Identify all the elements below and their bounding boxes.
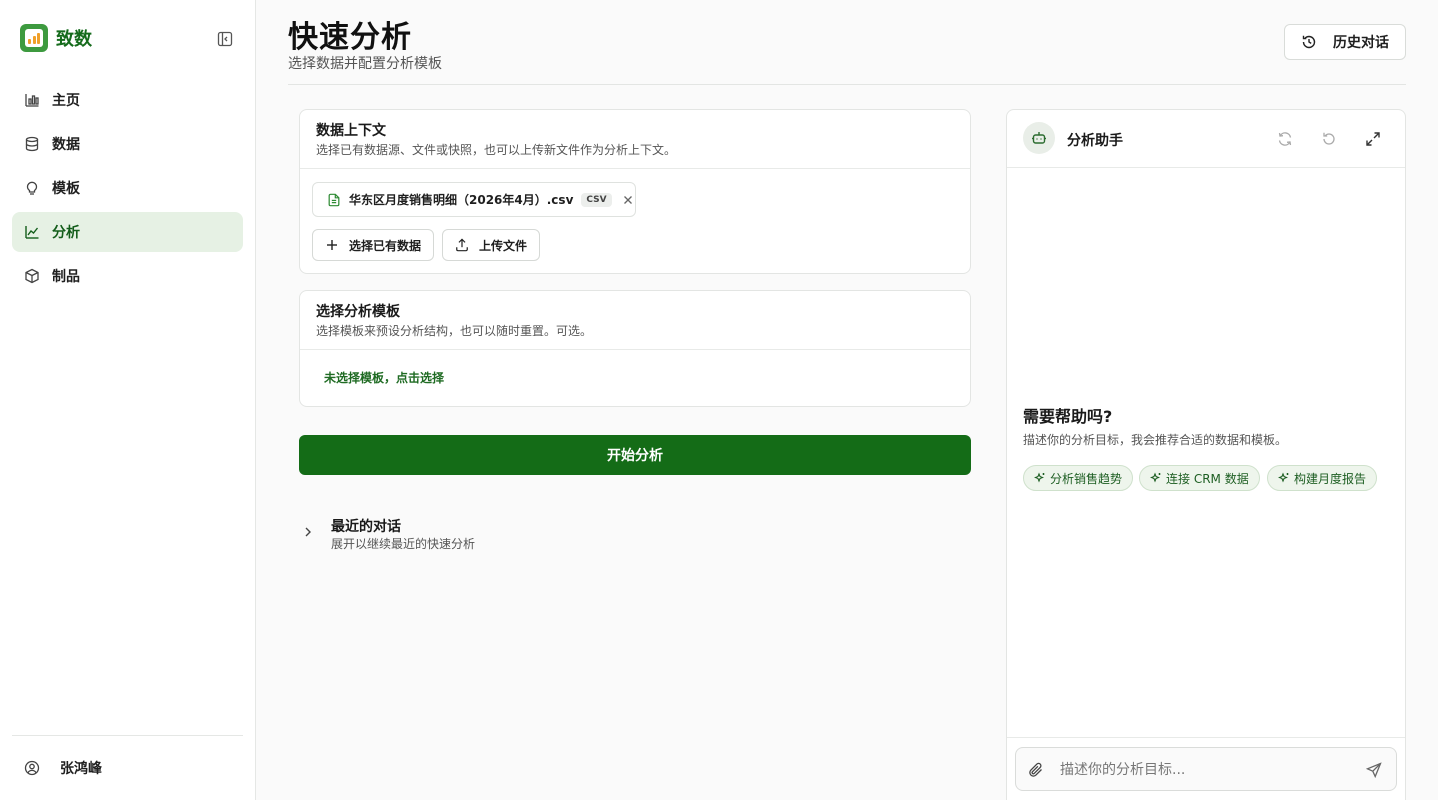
history-icon [1302,35,1316,49]
help-title: 需要帮助吗? [1023,407,1113,426]
page-title: 快速分析 [288,20,412,55]
upload-icon [456,238,468,252]
send-icon[interactable] [1366,762,1382,778]
button-label: 选择已有数据 [349,238,422,253]
history-button-label: 历史对话 [1333,35,1389,51]
user-name: 张鸿峰 [60,761,102,777]
undo-button[interactable] [1320,130,1338,148]
help-description: 描述你的分析目标，我会推荐合适的数据和模板。 [1023,433,1288,447]
sidebar-item-templates[interactable]: 模板 [12,168,243,208]
sidebar-divider [12,735,243,736]
refresh-button[interactable] [1276,130,1294,148]
brand-name: 致数 [56,29,92,50]
sidebar-item-label: 分析 [52,225,80,241]
sidebar-nav: 主页 数据 模板 分析 制品 [12,80,243,300]
brand-logo-icon [20,24,48,52]
sparkles-icon [1150,472,1161,483]
suggestion-label: 连接 CRM 数据 [1166,471,1249,486]
card-title: 选择分析模板 [316,304,400,320]
sidebar-item-label: 模板 [52,181,80,197]
data-context-card: 数据上下文 选择已有数据源、文件或快照，也可以上传新文件作为分析上下文。 华东区… [299,109,971,274]
card-header: 数据上下文 选择已有数据源、文件或快照，也可以上传新文件作为分析上下文。 [300,110,970,169]
sidebar-item-label: 数据 [52,137,80,153]
suggestion-chip[interactable]: 分析销售趋势 [1023,465,1134,491]
assistant-input-box [1015,747,1397,791]
assistant-panel: 分析助手 需要帮助吗? 描述你的分析目标，我会推荐合适的数据和模板。 分析销售趋… [1006,109,1406,800]
close-icon [623,195,632,204]
bar-chart-icon [24,92,40,108]
chevron-right-icon [305,527,311,537]
box-icon [24,268,40,284]
card-title: 数据上下文 [316,123,386,139]
plus-icon [327,240,337,250]
recent-conversations-toggle[interactable]: 最近的对话 展开以继续最近的快速分析 [299,516,971,556]
sparkles-icon [1034,472,1045,483]
expand-button[interactable] [1364,130,1382,148]
select-existing-data-button[interactable]: 选择已有数据 [312,229,434,261]
button-label: 上传文件 [479,238,528,253]
recent-description: 展开以继续最近的快速分析 [331,537,476,551]
history-button[interactable]: 历史对话 [1284,24,1406,60]
sidebar-item-analysis[interactable]: 分析 [12,212,243,252]
card-description: 选择已有数据源、文件或快照，也可以上传新文件作为分析上下文。 [316,143,677,157]
database-icon [24,136,40,152]
bot-icon [1023,122,1055,154]
user-circle-icon [24,760,40,776]
file-type-badge: CSV [581,192,612,207]
recent-title: 最近的对话 [331,519,401,535]
suggestion-label: 分析销售趋势 [1050,471,1123,486]
sidebar: 致数 主页 数据 模板 分析 制品 张鸿峰 [0,0,256,800]
select-template-link[interactable]: 未选择模板，点击选择 [324,369,444,386]
remove-file-button[interactable] [622,194,634,206]
file-icon [328,193,340,206]
undo-icon [1323,132,1335,145]
header-divider [288,84,1406,85]
refresh-icon [1278,132,1292,146]
input-divider [1007,737,1405,738]
assistant-header: 分析助手 [1007,110,1405,168]
suggestion-chip[interactable]: 连接 CRM 数据 [1139,465,1260,491]
assistant-title: 分析助手 [1067,133,1123,149]
sidebar-item-home[interactable]: 主页 [12,80,243,120]
user-profile[interactable]: 张鸿峰 [24,756,102,780]
assistant-message-input[interactable] [1060,758,1350,782]
collapse-sidebar-button[interactable] [214,28,236,50]
file-name: 华东区月度销售明细（2026年4月）.csv [349,193,574,207]
paperclip-icon[interactable] [1028,762,1044,778]
file-chip[interactable]: 华东区月度销售明细（2026年4月）.csv CSV [312,182,636,217]
card-description: 选择模板来预设分析结构，也可以随时重置。可选。 [316,324,593,338]
start-analysis-button[interactable]: 开始分析 [299,435,971,475]
line-chart-icon [24,224,40,240]
page-subtitle: 选择数据并配置分析模板 [288,56,442,72]
upload-file-button[interactable]: 上传文件 [442,229,540,261]
sidebar-item-label: 制品 [52,269,80,285]
panel-left-icon [217,31,233,47]
sparkles-icon [1278,472,1289,483]
sidebar-item-artifacts[interactable]: 制品 [12,256,243,296]
lightbulb-icon [24,180,40,196]
template-card: 选择分析模板 选择模板来预设分析结构，也可以随时重置。可选。 未选择模板，点击选… [299,290,971,407]
sidebar-item-data[interactable]: 数据 [12,124,243,164]
suggestion-chip[interactable]: 构建月度报告 [1267,465,1378,491]
brand[interactable]: 致数 [20,24,92,52]
card-header: 选择分析模板 选择模板来预设分析结构，也可以随时重置。可选。 [300,291,970,350]
suggestion-label: 构建月度报告 [1294,471,1367,486]
maximize-icon [1366,132,1380,146]
sidebar-item-label: 主页 [52,93,80,109]
